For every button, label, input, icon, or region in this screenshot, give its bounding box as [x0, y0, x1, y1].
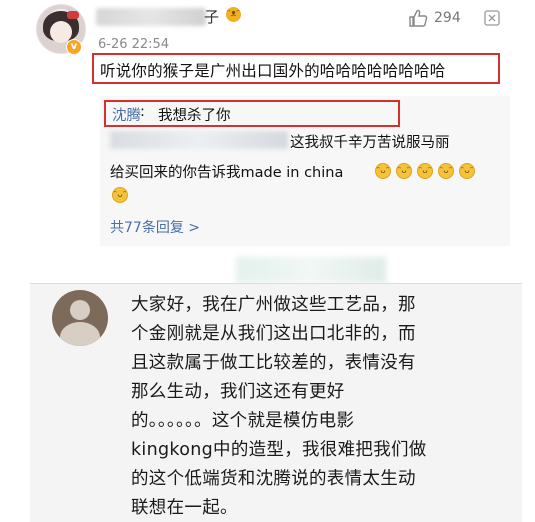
reply-author-name[interactable]: 沈腾 [112, 104, 141, 125]
comment-line: 的这个低端货和沈腾说的表情太生动 [131, 469, 416, 489]
username-suffix[interactable]: 子 [204, 6, 219, 27]
laugh-emoji-icon: ᵔᴗᵔ [438, 163, 454, 179]
highlight-box-comment [92, 53, 500, 84]
comment-line: 那么生动，我们这还有更好 [131, 382, 345, 402]
username-blurred [96, 8, 206, 26]
laugh-emoji-icon: ᵔᴗᵔ [112, 187, 128, 203]
reply-separator: : [140, 104, 145, 120]
highlight-box-reply [104, 100, 400, 127]
verified-badge-icon: v [66, 39, 82, 55]
comment-line: 个金刚就是从我们这出口北非的，而 [131, 324, 416, 344]
default-avatar[interactable] [52, 290, 108, 346]
laugh-emoji-icon: ᵔᴗᵔ [417, 163, 433, 179]
comment-line: 的。。。。。。这个就是模仿电影 [131, 411, 355, 431]
laugh-emoji-icon: ᵔᴗᵔ [375, 163, 391, 179]
view-all-replies-link[interactable]: 共77条回复 > [110, 217, 200, 237]
reply-text-line1: 这我叔千辛万苦说服马丽 [290, 135, 450, 151]
reply-text-line2: 给买回来的你告诉我made in china [110, 165, 344, 181]
blurred-watermark [236, 257, 386, 283]
laugh-emoji-icon: ᵔᴗᵔ [459, 163, 475, 179]
username-emoji-icon: ᵔᴥᵔ [226, 7, 241, 22]
comment-line: 联想在一起。 [131, 498, 238, 518]
reply-author-blurred [110, 131, 288, 149]
thumbs-up-icon[interactable] [408, 9, 428, 27]
comment-line: 且这款属于做工比较差的，表情没有 [131, 353, 416, 373]
comment-line: 大家好，我在广州做这些工艺品，那 [131, 295, 416, 315]
reply-text: 我想杀了你 [158, 108, 231, 124]
more-box-icon[interactable] [484, 10, 500, 26]
comment-date: 6-26 22:54 [98, 37, 170, 52]
comment-line: kingkong中的造型，我很难把我们做 [131, 440, 427, 460]
like-count: 294 [434, 10, 461, 26]
laugh-emoji-icon: ᵔᴗᵔ [396, 163, 412, 179]
